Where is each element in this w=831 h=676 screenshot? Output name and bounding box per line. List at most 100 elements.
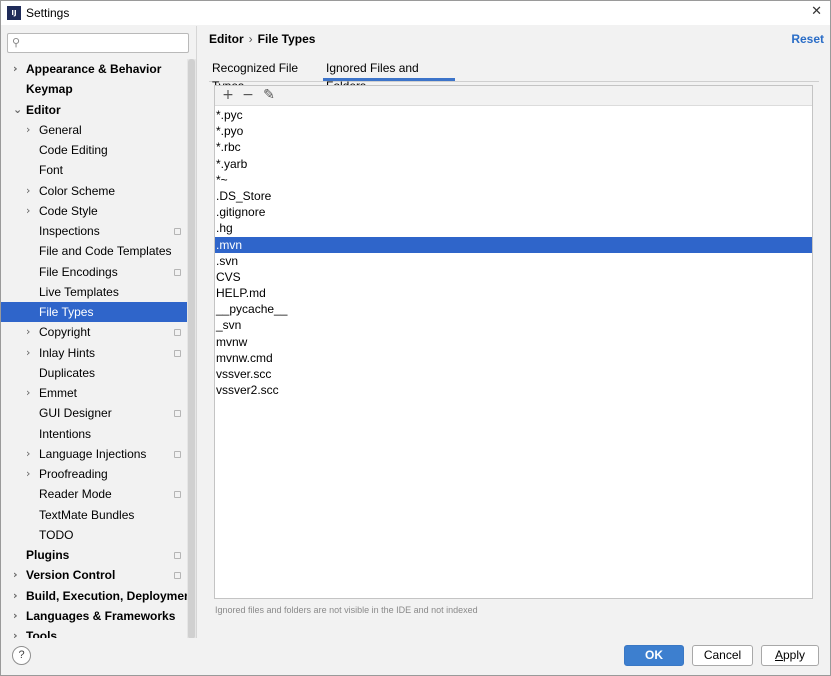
intellij-icon: IJ (7, 6, 21, 20)
list-item[interactable]: __pycache__ (215, 301, 812, 317)
apply-button[interactable]: Apply (761, 645, 819, 666)
sidebar-item-intentions[interactable]: Intentions (1, 424, 187, 444)
sidebar-item-code-editing[interactable]: Code Editing (1, 140, 187, 160)
chevron-right-icon[interactable]: › (13, 586, 18, 606)
close-icon[interactable]: ✕ (811, 4, 822, 19)
list-item[interactable]: mvnw.cmd (215, 350, 812, 366)
chevron-right-icon[interactable]: › (26, 383, 30, 403)
sidebar-item-tools[interactable]: › Tools (1, 626, 187, 638)
sidebar-item-editor[interactable]: ⌄ Editor (1, 100, 187, 120)
chevron-right-icon[interactable]: › (26, 343, 30, 363)
sidebar-item-duplicates[interactable]: Duplicates (1, 363, 187, 383)
list-item[interactable]: *~ (215, 172, 812, 188)
sidebar-item-copyright[interactable]: › Copyright (1, 322, 187, 342)
sidebar-item-file-encodings[interactable]: File Encodings (1, 262, 187, 282)
sidebar-item-color-scheme[interactable]: › Color Scheme (1, 181, 187, 201)
search-input[interactable]: ⚲ (7, 33, 189, 53)
dialog-footer: ? OK Cancel Apply (1, 638, 830, 675)
chevron-right-icon[interactable]: › (26, 322, 30, 342)
sidebar-item-languages-frameworks[interactable]: › Languages & Frameworks (1, 606, 187, 626)
help-button[interactable]: ? (12, 646, 31, 665)
sidebar-item-appearance-behavior[interactable]: › Appearance & Behavior (1, 59, 187, 79)
breadcrumb-editor[interactable]: Editor (209, 32, 244, 46)
sidebar-item-proofreading[interactable]: › Proofreading (1, 464, 187, 484)
remove-icon[interactable]: − (240, 87, 256, 104)
list-item[interactable]: _svn (215, 317, 812, 333)
scrollbar-thumb[interactable] (188, 59, 195, 638)
project-scope-icon (174, 572, 181, 580)
sidebar-item-code-style[interactable]: › Code Style (1, 201, 187, 221)
chevron-right-icon[interactable]: › (26, 444, 30, 464)
sidebar-item-general[interactable]: › General (1, 120, 187, 140)
sidebar-item-label: Editor (26, 102, 61, 117)
project-scope-icon (174, 228, 181, 235)
list-item[interactable]: HELP.md (215, 285, 812, 301)
list-item[interactable]: .DS_Store (215, 188, 812, 204)
sidebar-item-label: Inlay Hints (39, 345, 96, 360)
chevron-right-icon[interactable]: › (26, 181, 30, 201)
sidebar-item-todo[interactable]: TODO (1, 525, 187, 545)
settings-window: IJ Settings ✕ ⚲ › Appearance & Behavior Ke… (0, 0, 831, 676)
sidebar-item-version-control[interactable]: › Version Control (1, 565, 187, 585)
chevron-right-icon[interactable]: › (26, 464, 30, 484)
list-item[interactable]: mvnw (215, 334, 812, 350)
sidebar-item-font[interactable]: Font (1, 160, 187, 180)
sidebar-item-label: Color Scheme (39, 183, 116, 198)
sidebar-item-language-injections[interactable]: › Language Injections (1, 444, 187, 464)
list-item[interactable]: .mvn (215, 236, 812, 253)
edit-icon[interactable]: ✎ (261, 87, 277, 104)
ignored-files-panel: + − ✎ *.pyc *.pyo *.rbc *.yarb *~ .DS_Store .g… (214, 85, 813, 599)
sidebar-item-inspections[interactable]: Inspections (1, 221, 187, 241)
list-item[interactable]: vssver2.scc (215, 382, 812, 398)
ignored-files-list: *.pyc *.pyo *.rbc *.yarb *~ .DS_Store .gitigno… (215, 107, 812, 398)
sidebar-scrollbar[interactable] (187, 59, 196, 638)
reset-link[interactable]: Reset (791, 32, 824, 46)
add-icon[interactable]: + (220, 87, 236, 104)
sidebar-item-label: Tools (26, 629, 58, 638)
chevron-right-icon[interactable]: › (13, 59, 18, 79)
chevron-right-icon[interactable]: › (13, 606, 18, 626)
sidebar-item-reader-mode[interactable]: Reader Mode (1, 484, 187, 504)
search-icon: ⚲ (12, 36, 21, 49)
sidebar-item-live-templates[interactable]: Live Templates (1, 282, 187, 302)
sidebar-item-label: Plugins (26, 548, 70, 562)
sidebar-item-build-execution-deployment[interactable]: › Build, Execution, Deployment (1, 586, 195, 606)
list-item[interactable]: CVS (215, 269, 812, 285)
chevron-right-icon[interactable]: › (26, 201, 30, 221)
tab-ignored-files-and-folders[interactable]: Ignored Files and Folders (323, 59, 455, 93)
list-item[interactable]: .svn (215, 253, 812, 269)
chevron-down-icon[interactable]: ⌄ (13, 100, 22, 120)
list-item[interactable]: *.yarb (215, 156, 812, 172)
cancel-button[interactable]: Cancel (692, 645, 753, 666)
ok-button[interactable]: OK (624, 645, 684, 666)
project-scope-icon (174, 450, 181, 458)
sidebar-item-label: Font (39, 163, 64, 178)
sidebar-item-label: Appearance & Behavior (26, 62, 162, 76)
list-item[interactable]: vssver.scc (215, 366, 812, 382)
chevron-right-icon[interactable]: › (13, 626, 18, 638)
sidebar-item-inlay-hints[interactable]: › Inlay Hints (1, 343, 187, 363)
list-item[interactable]: .gitignore (215, 204, 812, 220)
breadcrumb-file-types: File Types (257, 32, 316, 46)
list-item[interactable]: .hg (215, 220, 812, 236)
sidebar-item-label: Proofreading (39, 467, 108, 481)
sidebar-item-textmate-bundles[interactable]: TextMate Bundles (1, 505, 187, 525)
sidebar-item-label: Language Injections (39, 446, 147, 461)
sidebar-item-label: Emmet (39, 386, 78, 400)
project-scope-icon (174, 349, 181, 357)
list-item[interactable]: *.pyc (215, 107, 812, 123)
sidebar-item-keymap[interactable]: Keymap (1, 79, 187, 99)
main-panel: Editor › File Types Reset Recognized File … (198, 26, 830, 638)
sidebar-item-plugins[interactable]: Plugins (1, 545, 187, 565)
chevron-right-icon[interactable]: › (13, 565, 18, 585)
sidebar-item-file-types[interactable]: File Types (1, 302, 187, 323)
tab-recognized-file-types[interactable]: Recognized File Types (209, 59, 321, 93)
settings-sidebar: ⚲ › Appearance & Behavior Keymap ⌄ Editor › Ge… (1, 26, 197, 638)
sidebar-item-file-and-code-templates[interactable]: File and Code Templates (1, 241, 187, 261)
list-item[interactable]: *.pyo (215, 123, 812, 139)
sidebar-item-gui-designer[interactable]: GUI Designer (1, 403, 187, 423)
sidebar-item-emmet[interactable]: › Emmet (1, 383, 187, 403)
breadcrumb-separator: › (248, 32, 253, 46)
chevron-right-icon[interactable]: › (26, 120, 30, 140)
list-item[interactable]: *.rbc (215, 139, 812, 155)
